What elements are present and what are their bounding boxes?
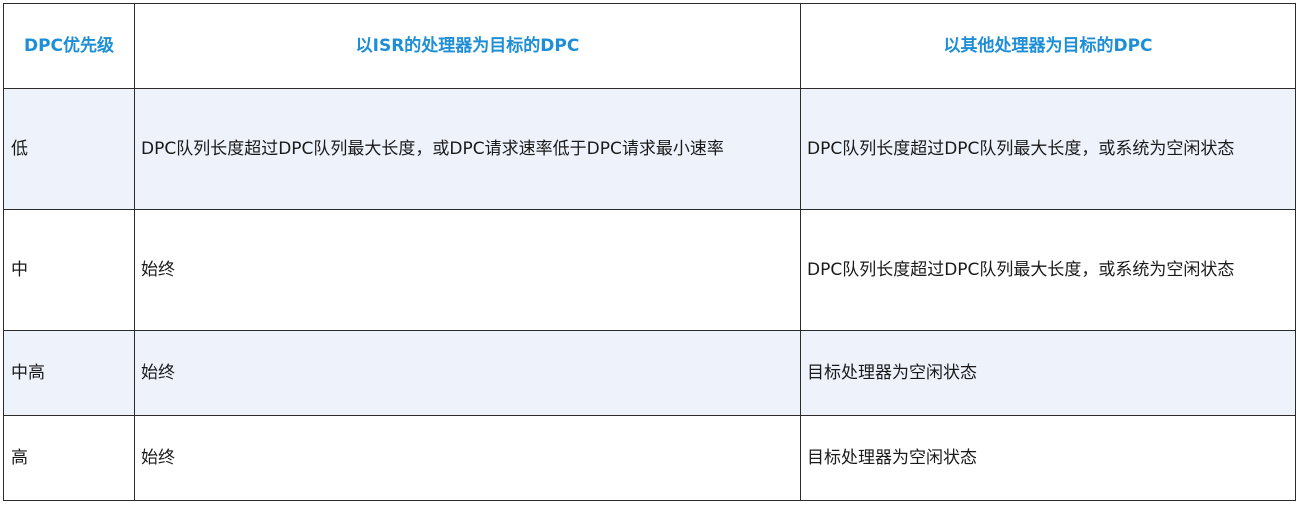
table-row: 中高 始终 目标处理器为空闲状态 (3, 330, 1296, 416)
cell-isr-target: 始终 (134, 415, 801, 501)
cell-priority: 中 (3, 209, 135, 331)
table-header-row: DPC优先级 以ISR的处理器为目标的DPC 以其他处理器为目标的DPC (3, 3, 1296, 89)
table-row: 低 DPC队列长度超过DPC队列最大长度，或DPC请求速率低于DPC请求最小速率… (3, 88, 1296, 210)
cell-other-target: 目标处理器为空闲状态 (800, 415, 1296, 501)
cell-isr-target: DPC队列长度超过DPC队列最大长度，或DPC请求速率低于DPC请求最小速率 (134, 88, 801, 210)
cell-other-target: DPC队列长度超过DPC队列最大长度，或系统为空闲状态 (800, 88, 1296, 210)
header-isr-processor-target: 以ISR的处理器为目标的DPC (134, 3, 801, 89)
cell-other-target: DPC队列长度超过DPC队列最大长度，或系统为空闲状态 (800, 209, 1296, 331)
table-row: 高 始终 目标处理器为空闲状态 (3, 415, 1296, 501)
cell-priority: 高 (3, 415, 135, 501)
header-other-processor-target: 以其他处理器为目标的DPC (800, 3, 1296, 89)
cell-isr-target: 始终 (134, 330, 801, 416)
cell-priority: 低 (3, 88, 135, 210)
header-dpc-priority: DPC优先级 (3, 3, 135, 89)
table-row: 中 始终 DPC队列长度超过DPC队列最大长度，或系统为空闲状态 (3, 209, 1296, 331)
cell-priority: 中高 (3, 330, 135, 416)
cell-other-target: 目标处理器为空闲状态 (800, 330, 1296, 416)
cell-isr-target: 始终 (134, 209, 801, 331)
dpc-priority-table: DPC优先级 以ISR的处理器为目标的DPC 以其他处理器为目标的DPC 低 D… (3, 3, 1296, 501)
